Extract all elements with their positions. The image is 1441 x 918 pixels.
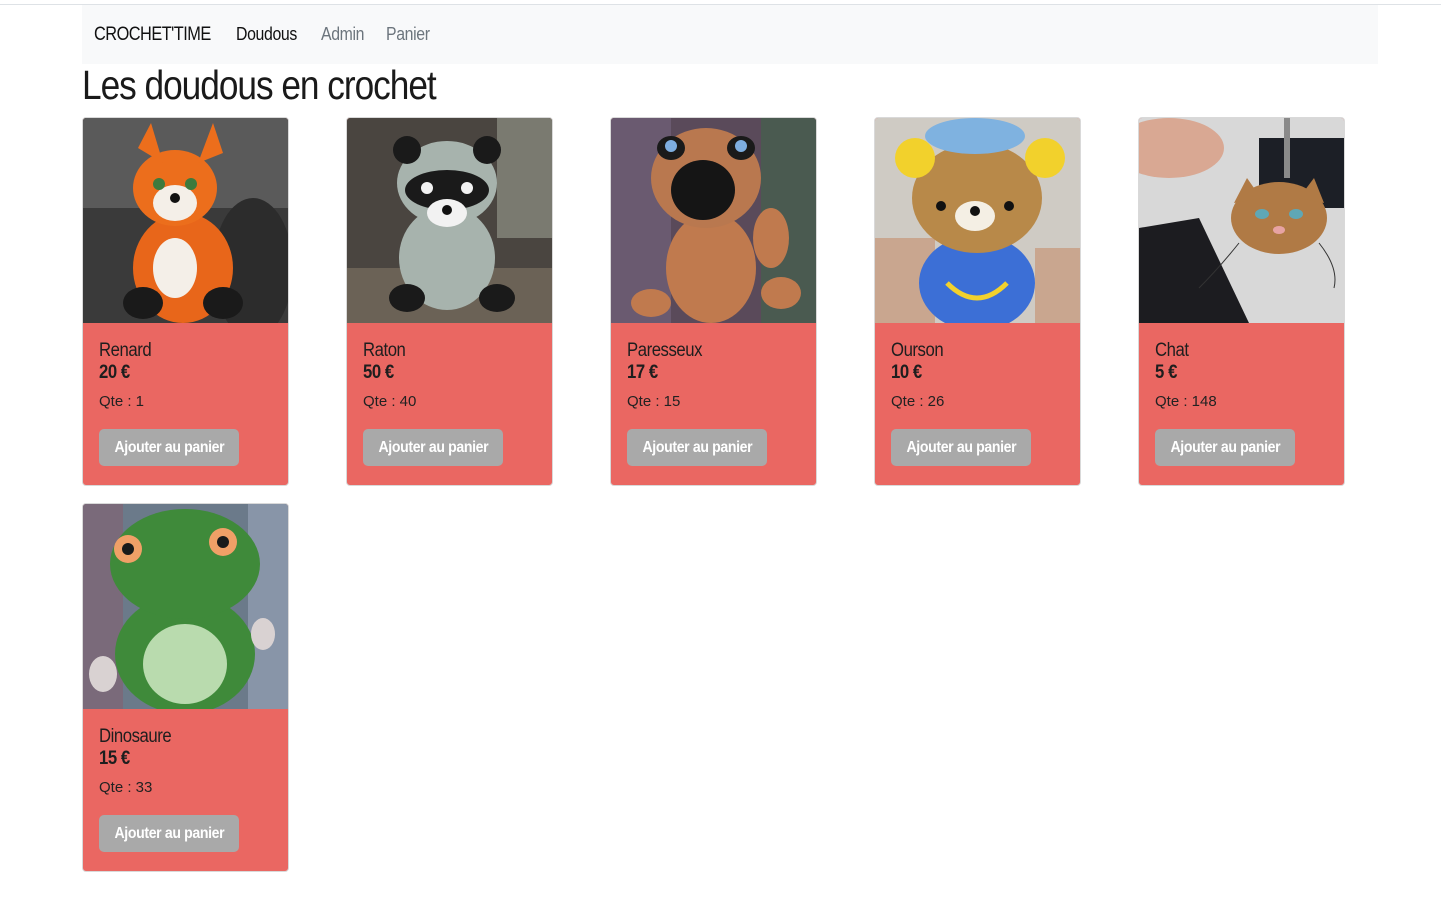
product-price: 15 € bbox=[99, 748, 130, 769]
product-price: 17 € bbox=[627, 362, 658, 383]
product-card-chat: Chat 5 € Qte : 148 Ajouter au panier bbox=[1138, 117, 1345, 486]
product-quantity: Qte : 148 bbox=[1155, 393, 1217, 410]
product-name: Chat bbox=[1155, 340, 1189, 361]
product-quantity: Qte : 33 bbox=[99, 779, 153, 796]
product-name: Renard bbox=[99, 340, 152, 361]
add-to-cart-label: Ajouter au panier bbox=[906, 439, 1016, 456]
product-quantity: Qte : 1 bbox=[99, 393, 145, 410]
add-to-cart-button[interactable]: Ajouter au panier bbox=[99, 815, 239, 852]
add-to-cart-label: Ajouter au panier bbox=[1170, 439, 1280, 456]
product-name: Raton bbox=[363, 340, 406, 361]
cat-photo bbox=[1139, 118, 1344, 323]
raccoon-photo bbox=[347, 118, 552, 323]
add-to-cart-button[interactable]: Ajouter au panier bbox=[627, 429, 767, 466]
add-to-cart-button[interactable]: Ajouter au panier bbox=[363, 429, 503, 466]
product-card-raton: Raton 50 € Qte : 40 Ajouter au panier bbox=[346, 117, 553, 486]
product-price: 10 € bbox=[891, 362, 922, 383]
product-card-paresseux: Paresseux 17 € Qte : 15 Ajouter au panie… bbox=[610, 117, 817, 486]
page-title: Les doudous en crochet bbox=[82, 62, 437, 108]
dinosaur-photo bbox=[83, 504, 288, 709]
product-quantity: Qte : 26 bbox=[891, 393, 945, 410]
fox-photo bbox=[83, 118, 288, 323]
product-quantity: Qte : 40 bbox=[363, 393, 417, 410]
product-card-renard: Renard 20 € Qte : 1 Ajouter au panier bbox=[82, 117, 289, 486]
add-to-cart-button[interactable]: Ajouter au panier bbox=[99, 429, 239, 466]
product-name: Ourson bbox=[891, 340, 944, 361]
nav-link-panier[interactable]: Panier bbox=[386, 24, 430, 45]
add-to-cart-button[interactable]: Ajouter au panier bbox=[1155, 429, 1295, 466]
navbar: CROCHET'TIME Doudous Admin Panier bbox=[82, 5, 1378, 64]
product-price: 50 € bbox=[363, 362, 394, 383]
product-quantity: Qte : 15 bbox=[627, 393, 681, 410]
product-price: 5 € bbox=[1155, 362, 1177, 383]
product-price: 20 € bbox=[99, 362, 130, 383]
product-card-dinosaure: Dinosaure 15 € Qte : 33 Ajouter au panie… bbox=[82, 503, 289, 872]
add-to-cart-label: Ajouter au panier bbox=[114, 825, 224, 842]
add-to-cart-label: Ajouter au panier bbox=[378, 439, 488, 456]
sloth-photo bbox=[611, 118, 816, 323]
nav-link-admin[interactable]: Admin bbox=[321, 24, 364, 45]
add-to-cart-label: Ajouter au panier bbox=[642, 439, 752, 456]
bear-photo bbox=[875, 118, 1080, 323]
add-to-cart-button[interactable]: Ajouter au panier bbox=[891, 429, 1031, 466]
add-to-cart-label: Ajouter au panier bbox=[114, 439, 224, 456]
product-card-ourson: Ourson 10 € Qte : 26 Ajouter au panier bbox=[874, 117, 1081, 486]
product-name: Paresseux bbox=[627, 340, 703, 361]
product-name: Dinosaure bbox=[99, 726, 172, 747]
brand-logo[interactable]: CROCHET'TIME bbox=[94, 24, 211, 46]
nav-link-doudous[interactable]: Doudous bbox=[236, 24, 297, 45]
